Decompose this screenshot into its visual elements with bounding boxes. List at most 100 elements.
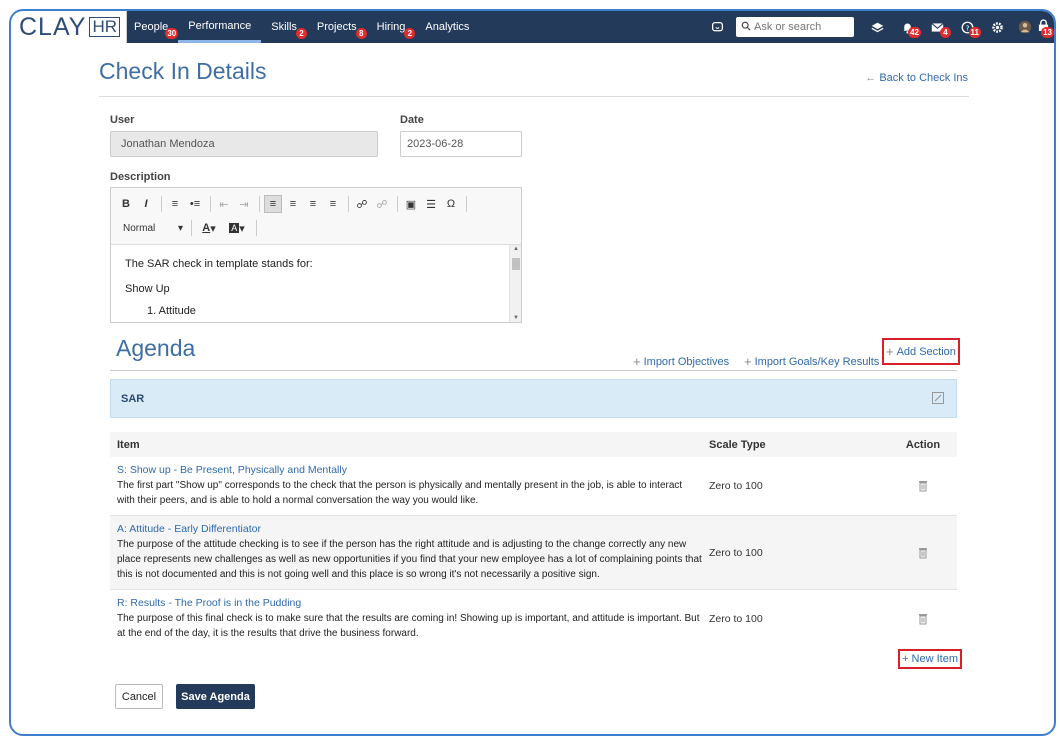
save-agenda-button[interactable]: Save Agenda bbox=[176, 684, 255, 709]
link-icon[interactable]: ☍ bbox=[353, 195, 371, 213]
toolbar-separator bbox=[191, 220, 192, 236]
delete-button[interactable] bbox=[889, 516, 957, 589]
back-to-check-ins-link[interactable]: ← Back to Check Ins bbox=[865, 72, 968, 84]
toolbar-separator bbox=[161, 196, 162, 212]
nav-skills-label: Skills bbox=[271, 21, 297, 33]
search-box[interactable] bbox=[736, 17, 854, 37]
item-title-link[interactable]: R: Results - The Proof is in the Pudding bbox=[117, 596, 702, 611]
horizontal-rule-icon[interactable]: ☰ bbox=[422, 195, 440, 213]
bell-icon[interactable]: 42 bbox=[892, 11, 922, 43]
nav-projects-label: Projects bbox=[316, 21, 357, 33]
plus-icon: + bbox=[633, 354, 641, 369]
table-header: Item Scale Type Action bbox=[110, 432, 957, 457]
item-title-link[interactable]: A: Attitude - Early Differentiator bbox=[117, 522, 702, 537]
item-description: The purpose of the attitude checking is … bbox=[117, 539, 702, 580]
logo-clay-text: CLAY bbox=[19, 12, 87, 41]
image-icon[interactable]: ▣ bbox=[402, 195, 420, 213]
help-icon[interactable]: ? 11 bbox=[952, 11, 982, 43]
edit-icon[interactable] bbox=[932, 392, 944, 404]
add-section-label: Add Section bbox=[896, 345, 956, 358]
nav-hiring[interactable]: Hiring 2 bbox=[367, 11, 416, 43]
nav-performance[interactable]: Performance bbox=[178, 11, 262, 43]
topbar-tools: 42 4 ? 11 13 bbox=[702, 11, 1054, 43]
format-select-value: Normal bbox=[123, 222, 156, 234]
scroll-up-icon[interactable]: ▲ bbox=[513, 246, 519, 252]
bulleted-list-icon[interactable]: •≡ bbox=[186, 195, 204, 213]
italic-button[interactable]: I bbox=[137, 195, 155, 213]
editor-toolbar: B I ≡ •≡ ⇤ ⇥ ≡ ≡ ≡ ≡ ☍ ☍ ▣ ☰ Ω Normal ▾ … bbox=[111, 188, 521, 245]
nav-analytics[interactable]: Analytics bbox=[415, 11, 479, 43]
delete-button[interactable] bbox=[889, 590, 957, 648]
import-objectives-link[interactable]: + Import Objectives bbox=[633, 354, 729, 369]
delete-button[interactable] bbox=[889, 457, 957, 515]
text-color-icon[interactable]: A ▾ bbox=[196, 219, 222, 237]
import-goals-link[interactable]: + Import Goals/Key Results bbox=[744, 354, 879, 369]
nav-people[interactable]: People 30 bbox=[124, 11, 179, 43]
toolbar-separator bbox=[397, 196, 398, 212]
table-row: R: Results - The Proof is in the Pudding… bbox=[110, 590, 957, 648]
item-title-link[interactable]: S: Show up - Be Present, Physically and … bbox=[117, 463, 702, 478]
toolbar-separator bbox=[210, 196, 211, 212]
date-label: Date bbox=[400, 114, 424, 126]
scale-type-cell: Zero to 100 bbox=[709, 546, 763, 559]
clayhr-logo[interactable]: CLAY HR bbox=[11, 11, 128, 43]
nav-projects[interactable]: Projects 8 bbox=[307, 11, 367, 43]
add-section-button[interactable]: + Add Section bbox=[882, 338, 960, 365]
toolbar-separator bbox=[256, 220, 257, 236]
description-editor: B I ≡ •≡ ⇤ ⇥ ≡ ≡ ≡ ≡ ☍ ☍ ▣ ☰ Ω Normal ▾ … bbox=[110, 187, 522, 323]
toolbar-separator bbox=[466, 196, 467, 212]
nav-skills[interactable]: Skills 2 bbox=[261, 11, 307, 43]
scroll-thumb[interactable] bbox=[512, 258, 520, 270]
gear-icon[interactable] bbox=[982, 11, 1012, 43]
search-input[interactable] bbox=[754, 21, 849, 33]
description-line-2: Show Up bbox=[125, 283, 170, 295]
column-item: Item bbox=[117, 438, 140, 451]
toolbar-separator bbox=[259, 196, 260, 212]
scale-type-cell: Zero to 100 bbox=[709, 613, 763, 625]
cancel-button[interactable]: Cancel bbox=[115, 684, 163, 709]
align-justify-icon[interactable]: ≡ bbox=[324, 195, 342, 213]
plus-icon: + bbox=[886, 344, 894, 359]
new-item-button[interactable]: + New Item bbox=[898, 649, 962, 669]
nav-hiring-label: Hiring bbox=[376, 21, 406, 33]
indent-icon[interactable]: ⇥ bbox=[235, 195, 253, 213]
section-header-sar: SAR bbox=[110, 379, 957, 418]
agenda-divider bbox=[110, 370, 957, 371]
user-label: User bbox=[110, 114, 135, 126]
scroll-down-icon[interactable]: ▼ bbox=[513, 315, 519, 321]
align-left-icon[interactable]: ≡ bbox=[264, 195, 282, 213]
editor-content[interactable]: The SAR check in template stands for: Sh… bbox=[111, 245, 521, 322]
item-description: The purpose of this final check is to ma… bbox=[117, 613, 700, 639]
background-color-icon[interactable]: A ▾ bbox=[224, 219, 250, 237]
mail-icon[interactable]: 4 bbox=[922, 11, 952, 43]
unlink-icon[interactable]: ☍ bbox=[373, 195, 391, 213]
numbered-list-icon[interactable]: ≡ bbox=[166, 195, 184, 213]
align-right-icon[interactable]: ≡ bbox=[304, 195, 322, 213]
format-select[interactable]: Normal ▾ bbox=[123, 223, 183, 234]
bold-button[interactable]: B bbox=[117, 195, 135, 213]
mail-badge: 4 bbox=[940, 27, 951, 38]
special-character-icon[interactable]: Ω bbox=[442, 195, 460, 213]
top-nav-bar: CLAY HR People 30 Performance Skills 2 Pro… bbox=[11, 11, 1054, 43]
table-row: A: Attitude - Early Differentiator The p… bbox=[110, 516, 957, 590]
nav-analytics-label: Analytics bbox=[425, 21, 470, 33]
date-field[interactable]: 2023-06-28 bbox=[400, 131, 522, 157]
outdent-icon[interactable]: ⇤ bbox=[215, 195, 233, 213]
section-name: SAR bbox=[121, 392, 145, 405]
main-nav: People 30 Performance Skills 2 Projects 8 H… bbox=[124, 11, 479, 43]
bell-badge: 42 bbox=[908, 27, 921, 38]
layers-icon[interactable] bbox=[862, 11, 892, 43]
column-action: Action bbox=[905, 438, 941, 451]
description-line-1: The SAR check in template stands for: bbox=[125, 258, 313, 270]
description-line-3: 1. Attitude bbox=[147, 305, 196, 317]
avatar-badge: 13 bbox=[1041, 27, 1054, 38]
import-goals-label: Import Goals/Key Results bbox=[754, 355, 880, 368]
editor-scrollbar[interactable]: ▲ ▼ bbox=[509, 245, 521, 322]
page-title: Check In Details bbox=[99, 58, 267, 84]
avatar[interactable]: 13 bbox=[1012, 11, 1054, 43]
description-label: Description bbox=[110, 171, 171, 183]
search-icon bbox=[741, 21, 751, 34]
chat-icon[interactable] bbox=[702, 11, 732, 43]
title-divider bbox=[99, 96, 969, 97]
align-center-icon[interactable]: ≡ bbox=[284, 195, 302, 213]
